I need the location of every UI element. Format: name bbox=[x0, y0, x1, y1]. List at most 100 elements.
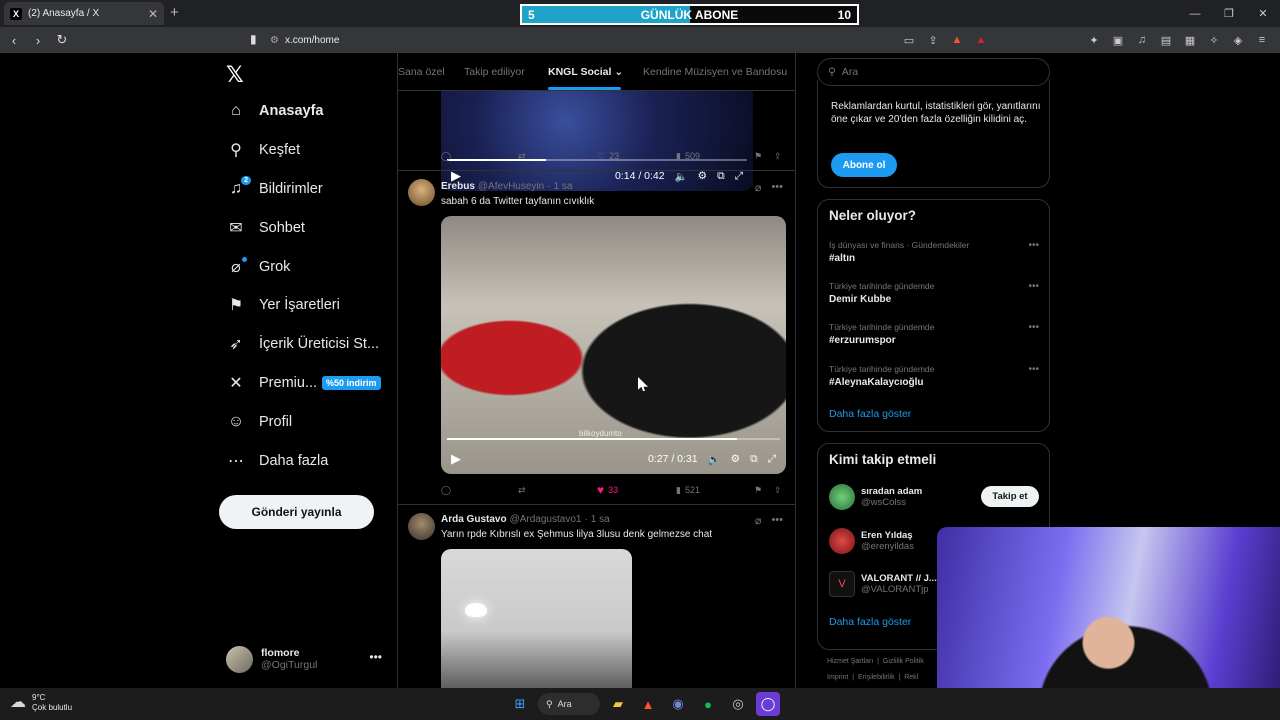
volume-icon[interactable]: 🔈 bbox=[708, 453, 721, 466]
wallet-icon[interactable]: ▦ bbox=[1180, 30, 1200, 50]
tab-for-you[interactable]: Sana özel bbox=[398, 66, 445, 78]
share-icon[interactable]: ⇪ bbox=[774, 485, 782, 496]
views-button[interactable]: ▮ 521 bbox=[676, 485, 700, 496]
nav-item-premium[interactable]: ✕ Premiu... %50 indirim bbox=[220, 364, 390, 403]
weather-widget[interactable]: ☁ 9°C Çok bulutlu bbox=[10, 693, 72, 713]
like-button[interactable]: ♡ 23 bbox=[597, 151, 619, 162]
more-icon[interactable]: ••• bbox=[1028, 281, 1039, 292]
nav-item-grok[interactable]: ⌀ Grok bbox=[220, 247, 390, 286]
author-handle[interactable]: @AfevHuseyin bbox=[478, 181, 544, 192]
back-icon[interactable]: ‹ bbox=[4, 30, 24, 50]
tweet-time[interactable]: 1 sa bbox=[554, 181, 573, 192]
nav-item-explore[interactable]: ⚲ Keşfet bbox=[220, 131, 390, 170]
post-button[interactable]: Gönderi yayınla bbox=[219, 495, 374, 529]
nav-item-more[interactable]: ⋯ Daha fazla bbox=[220, 441, 390, 480]
volume-icon[interactable]: 🔈 bbox=[675, 170, 688, 183]
brave-shields-icon[interactable]: ▲ bbox=[948, 30, 966, 50]
tab-musicians[interactable]: Kendine Müzisyen ve Bandosu bbox=[643, 66, 787, 78]
brave-browser-icon[interactable]: ▲ bbox=[636, 692, 660, 716]
share-icon[interactable]: ⇪ bbox=[774, 151, 782, 162]
forward-icon[interactable]: › bbox=[28, 30, 48, 50]
browser-tab[interactable]: X (2) Anasayfa / X ✕ bbox=[4, 2, 164, 25]
follow-suggestion[interactable]: sıradan adam @wsColss Takip et bbox=[829, 482, 1039, 512]
screenshot-icon[interactable]: ▣ bbox=[1108, 30, 1128, 50]
share-icon[interactable]: ⇪ bbox=[924, 30, 942, 50]
obs-icon[interactable]: ◯ bbox=[756, 692, 780, 716]
fullscreen-icon[interactable]: ⤢ bbox=[735, 170, 743, 183]
more-icon[interactable]: ••• bbox=[771, 181, 783, 194]
retweet-icon[interactable]: ⇄ bbox=[518, 151, 526, 162]
views-button[interactable]: ▮ 509 bbox=[676, 151, 700, 162]
extensions-icon[interactable]: ✦ bbox=[1084, 30, 1104, 50]
minimize-icon[interactable]: — bbox=[1178, 0, 1212, 27]
discord-icon[interactable]: ◉ bbox=[666, 692, 690, 716]
settings-icon[interactable]: ⚙ bbox=[698, 170, 707, 182]
trend-item[interactable]: İş dünyası ve finans · Gündemdekiler #al… bbox=[829, 240, 1039, 264]
tab-close-icon[interactable]: ✕ bbox=[148, 7, 158, 21]
cast-icon[interactable]: ▭ bbox=[900, 30, 918, 50]
like-button[interactable]: ♥ 33 bbox=[597, 483, 618, 497]
more-icon[interactable]: ••• bbox=[771, 514, 783, 527]
windows-start-icon[interactable]: ⊞ bbox=[508, 692, 532, 716]
author-name[interactable]: Erebus bbox=[441, 181, 475, 192]
nav-item-messages[interactable]: ✉ Sohbet bbox=[220, 208, 390, 247]
bookmark-icon[interactable]: ⚑ bbox=[754, 485, 762, 496]
bookmark-page-icon[interactable]: ▮ bbox=[250, 32, 257, 46]
trend-item[interactable]: Türkiye tarihinde gündemde #AleynaKalayc… bbox=[829, 364, 1039, 388]
spotify-icon[interactable]: ● bbox=[696, 692, 720, 716]
more-icon[interactable]: ••• bbox=[1028, 364, 1039, 375]
trend-item[interactable]: Türkiye tarihinde gündemde Demir Kubbe •… bbox=[829, 281, 1039, 305]
trend-item[interactable]: Türkiye tarihinde gündemde #erzurumspor … bbox=[829, 322, 1039, 346]
brave-rewards-icon[interactable]: ▲ bbox=[972, 30, 990, 50]
play-icon[interactable]: ▶ bbox=[451, 451, 461, 467]
tab-following[interactable]: Takip ediliyor bbox=[464, 66, 525, 78]
footer-link[interactable]: Gizlilik Politik bbox=[883, 658, 924, 665]
reply-icon[interactable]: ◯ bbox=[441, 485, 451, 496]
footer-link[interactable]: Erişilebilirlik bbox=[858, 674, 895, 681]
site-settings-icon[interactable]: ⚙ bbox=[270, 35, 279, 46]
close-window-icon[interactable]: ✕ bbox=[1246, 0, 1280, 27]
vpn-icon[interactable]: ◈ bbox=[1228, 30, 1248, 50]
footer-link[interactable]: Hizmet Şartları bbox=[827, 658, 873, 665]
footer-link[interactable]: Imprint bbox=[827, 674, 848, 681]
reload-icon[interactable]: ↻ bbox=[52, 30, 72, 50]
tab-kngl-social[interactable]: KNGL Social ⌄ bbox=[548, 66, 623, 78]
author-handle[interactable]: @Ardagustavo1 bbox=[510, 514, 582, 525]
nav-item-bookmarks[interactable]: ⚑ Yer İşaretleri bbox=[220, 286, 390, 325]
previous-tweet-video[interactable]: ▶ 0:14 / 0:42 🔈 ⚙ ⧉ ⤢ bbox=[441, 91, 753, 191]
new-tab-icon[interactable]: + bbox=[170, 4, 179, 21]
address-bar[interactable]: ⚙ x.com/home bbox=[270, 30, 990, 50]
show-more-follow-link[interactable]: Daha fazla göster bbox=[829, 616, 911, 628]
avatar[interactable] bbox=[408, 513, 435, 540]
settings-icon[interactable]: ⚙ bbox=[731, 453, 740, 465]
nav-item-creator-studio[interactable]: ➶ İçerik Üreticisi St... bbox=[220, 325, 390, 364]
grok-icon[interactable]: ⌀ bbox=[755, 514, 762, 527]
more-icon[interactable]: ••• bbox=[1028, 240, 1039, 251]
more-icon[interactable]: ••• bbox=[369, 650, 382, 664]
maximize-icon[interactable]: ❐ bbox=[1212, 0, 1246, 27]
avatar[interactable] bbox=[408, 179, 435, 206]
retweet-icon[interactable]: ⇄ bbox=[518, 485, 526, 496]
sidebar-toggle-icon[interactable]: ▤ bbox=[1156, 30, 1176, 50]
follow-button[interactable]: Takip et bbox=[981, 486, 1039, 507]
nav-item-profile[interactable]: ☺ Profil bbox=[220, 402, 390, 441]
nav-item-home[interactable]: ⌂ Anasayfa bbox=[220, 92, 390, 131]
pip-icon[interactable]: ⧉ bbox=[717, 170, 725, 183]
tweet-time[interactable]: 1 sa bbox=[591, 514, 610, 525]
menu-icon[interactable]: ≡ bbox=[1252, 30, 1272, 50]
more-icon[interactable]: ••• bbox=[1028, 322, 1039, 333]
leo-icon[interactable]: ✧ bbox=[1204, 30, 1224, 50]
nav-item-notifications[interactable]: ♫ 2 Bildirimler bbox=[220, 170, 390, 209]
file-explorer-icon[interactable]: ▰ bbox=[606, 692, 630, 716]
tweet-video[interactable]: bilkoydumto ▶ 0:27 / 0:31 🔈 ⚙ ⧉ ⤢ bbox=[441, 216, 786, 474]
taskbar-search[interactable]: ⚲ Ara bbox=[538, 693, 600, 715]
account-switcher[interactable]: flomore @OgiTurgul ••• bbox=[226, 642, 386, 676]
author-name[interactable]: Arda Gustavo bbox=[441, 514, 507, 525]
video-progress[interactable] bbox=[447, 438, 780, 440]
media-icon[interactable]: ♫ bbox=[1132, 30, 1152, 50]
footer-link[interactable]: Rekl bbox=[904, 674, 918, 681]
bookmark-icon[interactable]: ⚑ bbox=[754, 151, 762, 162]
show-more-trends-link[interactable]: Daha fazla göster bbox=[829, 408, 911, 420]
reply-icon[interactable]: ◯ bbox=[441, 151, 451, 162]
grok-icon[interactable]: ⌀ bbox=[755, 181, 762, 194]
